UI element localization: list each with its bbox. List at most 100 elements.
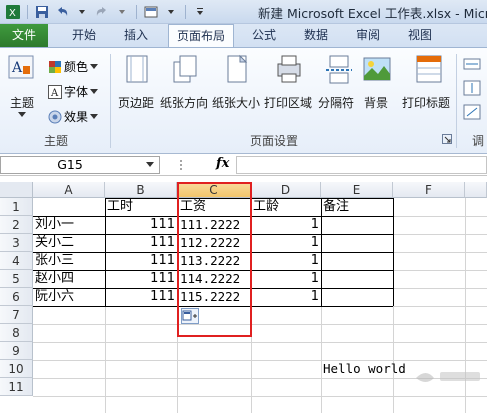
row-header-9[interactable]: 9	[0, 342, 33, 360]
orientation-icon	[173, 55, 197, 83]
cell-a6[interactable]: 阮小六	[35, 288, 103, 306]
tab-file[interactable]: 文件	[0, 24, 48, 47]
margins-button[interactable]: 页边距	[118, 54, 154, 110]
row-header-5[interactable]: 5	[0, 270, 33, 288]
group-label-themes: 主题	[44, 134, 69, 148]
cell-a4[interactable]: 张小三	[35, 252, 103, 270]
chevron-down-icon[interactable]	[162, 3, 180, 21]
gridline	[33, 396, 487, 397]
col-header-g[interactable]	[465, 182, 487, 198]
cell-a5[interactable]: 赵小四	[35, 270, 103, 288]
watermark-logo	[416, 372, 480, 382]
cell-a3[interactable]: 关小二	[35, 234, 103, 252]
gridline	[33, 324, 487, 325]
chevron-down-icon[interactable]	[113, 3, 131, 21]
cell-e1[interactable]: 备注	[323, 198, 391, 216]
breaks-icon	[326, 55, 352, 84]
custom-toolbar-icon[interactable]	[142, 3, 160, 21]
effects-label: 效果	[64, 110, 89, 124]
undo-icon[interactable]	[53, 3, 71, 21]
fonts-icon: A	[48, 84, 62, 99]
size-button[interactable]: 纸张大小	[212, 54, 260, 110]
save-icon[interactable]	[33, 3, 51, 21]
row-header-4[interactable]: 4	[0, 252, 33, 270]
table-border	[321, 198, 322, 306]
row-header-3[interactable]: 3	[0, 234, 33, 252]
row-header-8[interactable]: 8	[0, 324, 33, 342]
splitter-dots-icon[interactable]	[178, 159, 184, 171]
col-header-a[interactable]: A	[33, 182, 105, 198]
separator	[136, 5, 137, 19]
cell-b3[interactable]: 111	[105, 234, 177, 252]
cell-b6[interactable]: 111	[105, 288, 177, 306]
dialog-launcher-icon[interactable]	[442, 134, 452, 144]
cell-d1[interactable]: 工龄	[253, 198, 319, 216]
tab-insert[interactable]: 插入	[116, 24, 156, 47]
worksheet-grid[interactable]: A B C D E F 1 2 3 4 5 6 7 8 9 10 11 工时 工…	[0, 176, 487, 413]
customize-qat-icon[interactable]	[191, 3, 209, 21]
gridline	[33, 342, 487, 343]
effects-button[interactable]: 效果	[48, 108, 99, 125]
ribbon: A 主题 颜色 A 字体 效果 主题 页边距 纸张方向 纸张大小 打印区域 分隔…	[0, 47, 487, 154]
cell-d5[interactable]: 1	[251, 270, 321, 288]
cell-b5[interactable]: 111	[105, 270, 177, 288]
cell-a2[interactable]: 刘小一	[35, 216, 103, 234]
tab-review[interactable]: 审阅	[348, 24, 388, 47]
width-icon[interactable]	[463, 56, 483, 72]
cell-d4[interactable]: 1	[251, 252, 321, 270]
formula-input[interactable]	[236, 156, 487, 174]
height-icon[interactable]	[463, 80, 483, 96]
formula-bar: G15 fx	[0, 154, 487, 176]
redo-icon[interactable]	[93, 3, 111, 21]
scale-icon[interactable]	[463, 104, 483, 120]
print-titles-label: 打印标题	[402, 96, 451, 110]
size-icon	[227, 54, 248, 83]
cell-d3[interactable]: 1	[251, 234, 321, 252]
excel-logo-icon[interactable]: X	[4, 3, 22, 21]
group-label-scale: 调	[472, 134, 485, 148]
colors-icon	[49, 60, 61, 73]
col-header-d[interactable]: D	[251, 182, 321, 198]
insert-function-button[interactable]: fx	[216, 156, 229, 171]
cell-d2[interactable]: 1	[251, 216, 321, 234]
cell-b4[interactable]: 111	[105, 252, 177, 270]
chevron-down-icon[interactable]	[73, 3, 91, 21]
breaks-button[interactable]: 分隔符	[318, 54, 354, 110]
row-header-2[interactable]: 2	[0, 216, 33, 234]
col-header-f[interactable]: F	[393, 182, 465, 198]
svg-text:X: X	[9, 8, 16, 19]
row-header-11[interactable]: 11	[0, 378, 33, 396]
table-border	[393, 198, 394, 306]
tab-view[interactable]: 视图	[400, 24, 440, 47]
background-button[interactable]: 背景	[362, 54, 392, 110]
name-box[interactable]: G15	[0, 156, 160, 174]
chevron-down-icon[interactable]	[146, 162, 154, 168]
separator	[27, 5, 28, 19]
orientation-button[interactable]: 纸张方向	[160, 54, 208, 110]
cell-b1[interactable]: 工时	[107, 198, 175, 216]
col-header-b[interactable]: B	[105, 182, 177, 198]
cell-d6[interactable]: 1	[251, 288, 321, 306]
tab-data[interactable]: 数据	[296, 24, 336, 47]
tab-formulas[interactable]: 公式	[244, 24, 284, 47]
background-icon	[363, 57, 391, 81]
themes-button[interactable]: A 主题	[6, 54, 36, 117]
tab-page-layout[interactable]: 页面布局	[168, 24, 234, 48]
row-header-10[interactable]: 10	[0, 360, 33, 378]
ribbon-tabs: 文件 开始 插入 页面布局 公式 数据 审阅 视图	[0, 24, 487, 48]
print-titles-icon	[416, 55, 442, 83]
row-header-1[interactable]: 1	[0, 198, 33, 216]
row-header-6[interactable]: 6	[0, 288, 33, 306]
colors-button[interactable]: 颜色	[48, 58, 99, 75]
margins-icon	[126, 55, 148, 83]
select-all-corner[interactable]	[0, 182, 33, 198]
print-titles-button[interactable]: 打印标题	[402, 54, 450, 110]
print-area-button[interactable]: 打印区域	[264, 54, 312, 110]
row-header-7[interactable]: 7	[0, 306, 33, 324]
fonts-button[interactable]: A 字体	[48, 83, 99, 100]
effects-icon	[48, 110, 62, 123]
col-header-e[interactable]: E	[321, 182, 393, 198]
cell-b2[interactable]: 111	[105, 216, 177, 234]
title-bar: X 新建 Microsoft Excel 工作表.xlsx - Micro	[0, 0, 487, 24]
tab-home[interactable]: 开始	[62, 24, 106, 47]
